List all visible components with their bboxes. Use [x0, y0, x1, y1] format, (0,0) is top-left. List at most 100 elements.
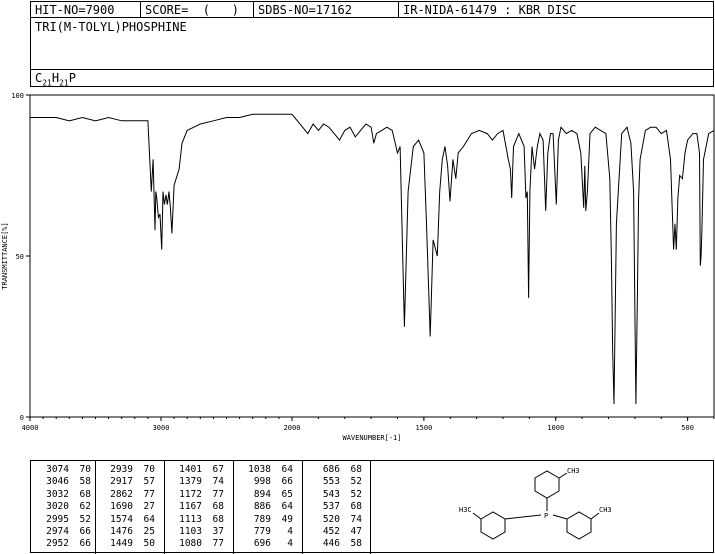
peak-wavenumber: 779 [253, 526, 271, 537]
peak-row: 1476 25 [99, 526, 155, 537]
peak-wavenumber: 1080 [179, 538, 202, 550]
peak-transmittance: 74 [350, 513, 362, 525]
peak-transmittance: 49 [281, 513, 293, 525]
peak-transmittance: 50 [143, 538, 155, 550]
peak-row: 2995 52 [35, 514, 91, 525]
peak-column: 3074 70 3046 58 3032 68 3020 62 2995 52 2974 66 2952… [31, 461, 96, 554]
left-ring [480, 511, 506, 540]
peak-wavenumber: 1449 [110, 538, 133, 550]
right-ring [566, 511, 592, 540]
peak-column: 1401 67 1379 74 1172 77 1167 68 1113 68 1103 37 1080… [164, 461, 234, 554]
peak-wavenumber: 446 [322, 538, 340, 550]
peak-row: 1113 68 [168, 514, 224, 525]
molecule-structure: CH3 H3C CH3 P [459, 467, 612, 540]
peak-wavenumber: 686 [322, 464, 340, 475]
peak-transmittance: 64 [143, 513, 155, 525]
peak-wavenumber: 2952 [46, 538, 69, 550]
y-axis-label: TRANSMITTANCE[%] [1, 222, 9, 289]
peak-row: 1167 68 [168, 501, 224, 512]
peak-row: 1038 64 [237, 464, 293, 475]
peak-row: 2952 66 [35, 538, 91, 549]
peak-wavenumber: 1401 [179, 464, 202, 475]
peak-row: 3074 70 [35, 464, 91, 475]
x-tick-label: 500 [681, 424, 694, 432]
peak-row: 1574 64 [99, 514, 155, 525]
peak-row: 2862 77 [99, 489, 155, 500]
peak-transmittance: 58 [79, 476, 91, 488]
x-tick-label: 1500 [415, 424, 432, 432]
spectrum-line [30, 113, 715, 405]
peak-row: 886 64 [237, 501, 293, 512]
x-tick-label: 3000 [153, 424, 170, 432]
peak-wavenumber: 553 [322, 476, 340, 488]
peak-wavenumber: 520 [322, 513, 340, 525]
x-tick-label: 4000 [22, 424, 39, 432]
peak-wavenumber: 2939 [110, 464, 133, 475]
peak-transmittance: 57 [143, 476, 155, 488]
peak-row: 537 68 [306, 501, 362, 512]
peak-wavenumber: 2862 [110, 488, 133, 500]
peak-row: 2917 57 [99, 476, 155, 487]
methyl-label-right: CH3 [599, 506, 612, 514]
ir-spectrum-chart: 0 50 100 4000 3000 2000 1500 1000 500 WAVENUMBE… [1, 92, 715, 442]
peak-wavenumber: 2995 [46, 513, 69, 525]
peak-transmittance: 58 [350, 538, 362, 550]
y-tick-label: 0 [20, 414, 24, 422]
peak-transmittance: 66 [79, 526, 91, 537]
peak-wavenumber: 1476 [110, 526, 133, 537]
peak-row: 779 4 [237, 526, 293, 537]
peak-row: 894 65 [237, 489, 293, 500]
peak-row: 696 4 [237, 538, 293, 549]
peak-row: 553 52 [306, 476, 362, 487]
peak-row: 3032 68 [35, 489, 91, 500]
peak-wavenumber: 1379 [179, 476, 202, 488]
peak-wavenumber: 1172 [179, 488, 202, 500]
peak-wavenumber: 1690 [110, 501, 133, 513]
peak-wavenumber: 696 [253, 538, 271, 550]
x-tick-label: 2000 [284, 424, 301, 432]
peak-row: 1379 74 [168, 476, 224, 487]
peak-wavenumber: 1038 [248, 464, 271, 475]
peak-transmittance: 68 [350, 501, 362, 513]
peak-wavenumber: 894 [253, 488, 271, 500]
peak-column: 2939 70 2917 57 2862 77 1690 27 1574 64 1476 25 1449… [95, 461, 165, 554]
peak-transmittance: 4 [287, 526, 293, 537]
peak-wavenumber: 789 [253, 513, 271, 525]
peak-row: 789 49 [237, 514, 293, 525]
y-tick-label: 50 [16, 253, 24, 261]
peak-wavenumber: 1103 [179, 526, 202, 537]
y-tick-label: 100 [11, 92, 24, 100]
peak-transmittance: 66 [281, 476, 293, 488]
peak-transmittance: 68 [212, 501, 224, 513]
peak-row: 998 66 [237, 476, 293, 487]
peak-row: 1080 77 [168, 538, 224, 549]
peak-column: 686 68 553 52 543 52 537 68 520 74 452 47 446 58 [302, 461, 371, 554]
top-ring [534, 470, 560, 499]
peak-transmittance: 70 [143, 464, 155, 475]
peak-row: 3046 58 [35, 476, 91, 487]
peak-transmittance: 68 [79, 488, 91, 500]
peak-transmittance: 52 [79, 513, 91, 525]
peak-row: 1401 67 [168, 464, 224, 475]
methyl-label-left: H3C [459, 506, 472, 514]
peak-transmittance: 77 [143, 488, 155, 500]
peak-wavenumber: 452 [322, 526, 340, 537]
peak-row: 1172 77 [168, 489, 224, 500]
x-axis-label: WAVENUMBER[-1] [342, 434, 401, 442]
peak-transmittance: 52 [350, 488, 362, 500]
peak-transmittance: 65 [281, 488, 293, 500]
peak-transmittance: 68 [350, 464, 362, 475]
peak-row: 543 52 [306, 489, 362, 500]
peak-row: 1449 50 [99, 538, 155, 549]
peak-row: 520 74 [306, 514, 362, 525]
peak-row: 1103 37 [168, 526, 224, 537]
peak-transmittance: 47 [350, 526, 362, 537]
peak-transmittance: 77 [212, 538, 224, 550]
peak-transmittance: 68 [212, 513, 224, 525]
peak-transmittance: 66 [79, 538, 91, 550]
peak-wavenumber: 1574 [110, 513, 133, 525]
peak-transmittance: 62 [79, 501, 91, 513]
peak-transmittance: 70 [79, 464, 91, 475]
peak-column: 1038 64 998 66 894 65 886 64 789 49 779 4 696 4 [233, 461, 303, 554]
peak-transmittance: 67 [212, 464, 224, 475]
